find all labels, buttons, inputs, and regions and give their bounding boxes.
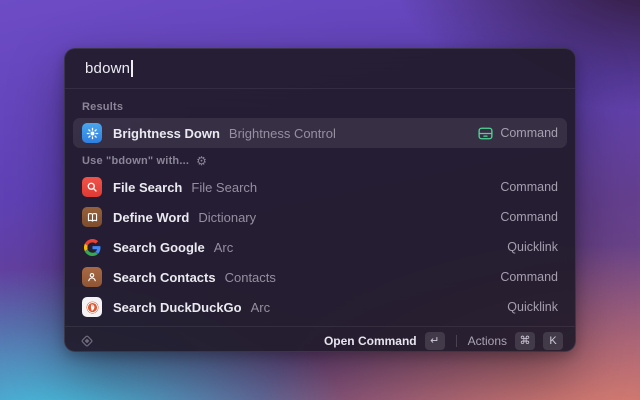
- file-search-icon: [82, 177, 102, 197]
- item-title: File Search: [113, 180, 182, 195]
- k-key-badge[interactable]: K: [543, 332, 563, 350]
- brightness-icon: [82, 123, 102, 143]
- item-subtitle: Arc: [214, 240, 234, 255]
- list-item-define-word[interactable]: Define Word Dictionary Command: [73, 202, 567, 232]
- item-type-label: Command: [500, 210, 558, 224]
- results-list: Results Brightness Down Brightness Contr…: [65, 89, 575, 326]
- gear-icon[interactable]: ⚙: [196, 155, 207, 167]
- item-type-label: Quicklink: [507, 300, 558, 314]
- dictionary-icon: [82, 207, 102, 227]
- footer-bar: Open Command ↵ Actions ⌘ K: [65, 326, 575, 352]
- search-bar[interactable]: bdown: [65, 49, 575, 89]
- search-input[interactable]: bdown: [85, 60, 130, 77]
- item-subtitle: Brightness Control: [229, 126, 336, 141]
- cmd-key-badge[interactable]: ⌘: [515, 332, 535, 350]
- duckduckgo-icon: [82, 297, 102, 317]
- actions-button[interactable]: Actions: [468, 334, 507, 348]
- item-subtitle: Arc: [251, 300, 271, 315]
- footer-divider: [456, 335, 457, 347]
- raycast-logo-icon: [79, 333, 95, 349]
- use-with-section-label: Use "bdown" with...: [82, 155, 189, 167]
- open-command-button[interactable]: Open Command: [324, 334, 417, 348]
- item-subtitle: File Search: [191, 180, 257, 195]
- google-icon: [82, 237, 102, 257]
- item-subtitle: Contacts: [225, 270, 276, 285]
- item-type-label: Command: [500, 126, 558, 140]
- item-subtitle: Dictionary: [198, 210, 256, 225]
- results-section-label: Results: [82, 101, 123, 113]
- item-type-label: Command: [500, 180, 558, 194]
- item-title: Define Word: [113, 210, 189, 225]
- item-title: Search DuckDuckGo: [113, 300, 242, 315]
- list-item-search-contacts[interactable]: Search Contacts Contacts Command: [73, 262, 567, 292]
- list-item-brightness-down[interactable]: Brightness Down Brightness Control Comma…: [73, 118, 567, 148]
- item-title: Search Contacts: [113, 270, 216, 285]
- item-title: Search Google: [113, 240, 205, 255]
- enter-key-badge[interactable]: ↵: [425, 332, 445, 350]
- item-type-label: Command: [500, 270, 558, 284]
- raycast-launcher-window: bdown Results Brightness Down Brightness…: [64, 48, 576, 352]
- results-section-header: Results: [73, 94, 567, 118]
- use-with-section-header: Use "bdown" with... ⚙: [73, 148, 567, 172]
- list-item-file-search[interactable]: File Search File Search Command: [73, 172, 567, 202]
- contacts-icon: [82, 267, 102, 287]
- text-caret: [131, 60, 133, 77]
- item-title: Brightness Down: [113, 126, 220, 141]
- command-deck-icon: [478, 127, 493, 140]
- item-type-label: Quicklink: [507, 240, 558, 254]
- list-item-search-google[interactable]: Search Google Arc Quicklink: [73, 232, 567, 262]
- list-item-search-duckduckgo[interactable]: Search DuckDuckGo Arc Quicklink: [73, 292, 567, 322]
